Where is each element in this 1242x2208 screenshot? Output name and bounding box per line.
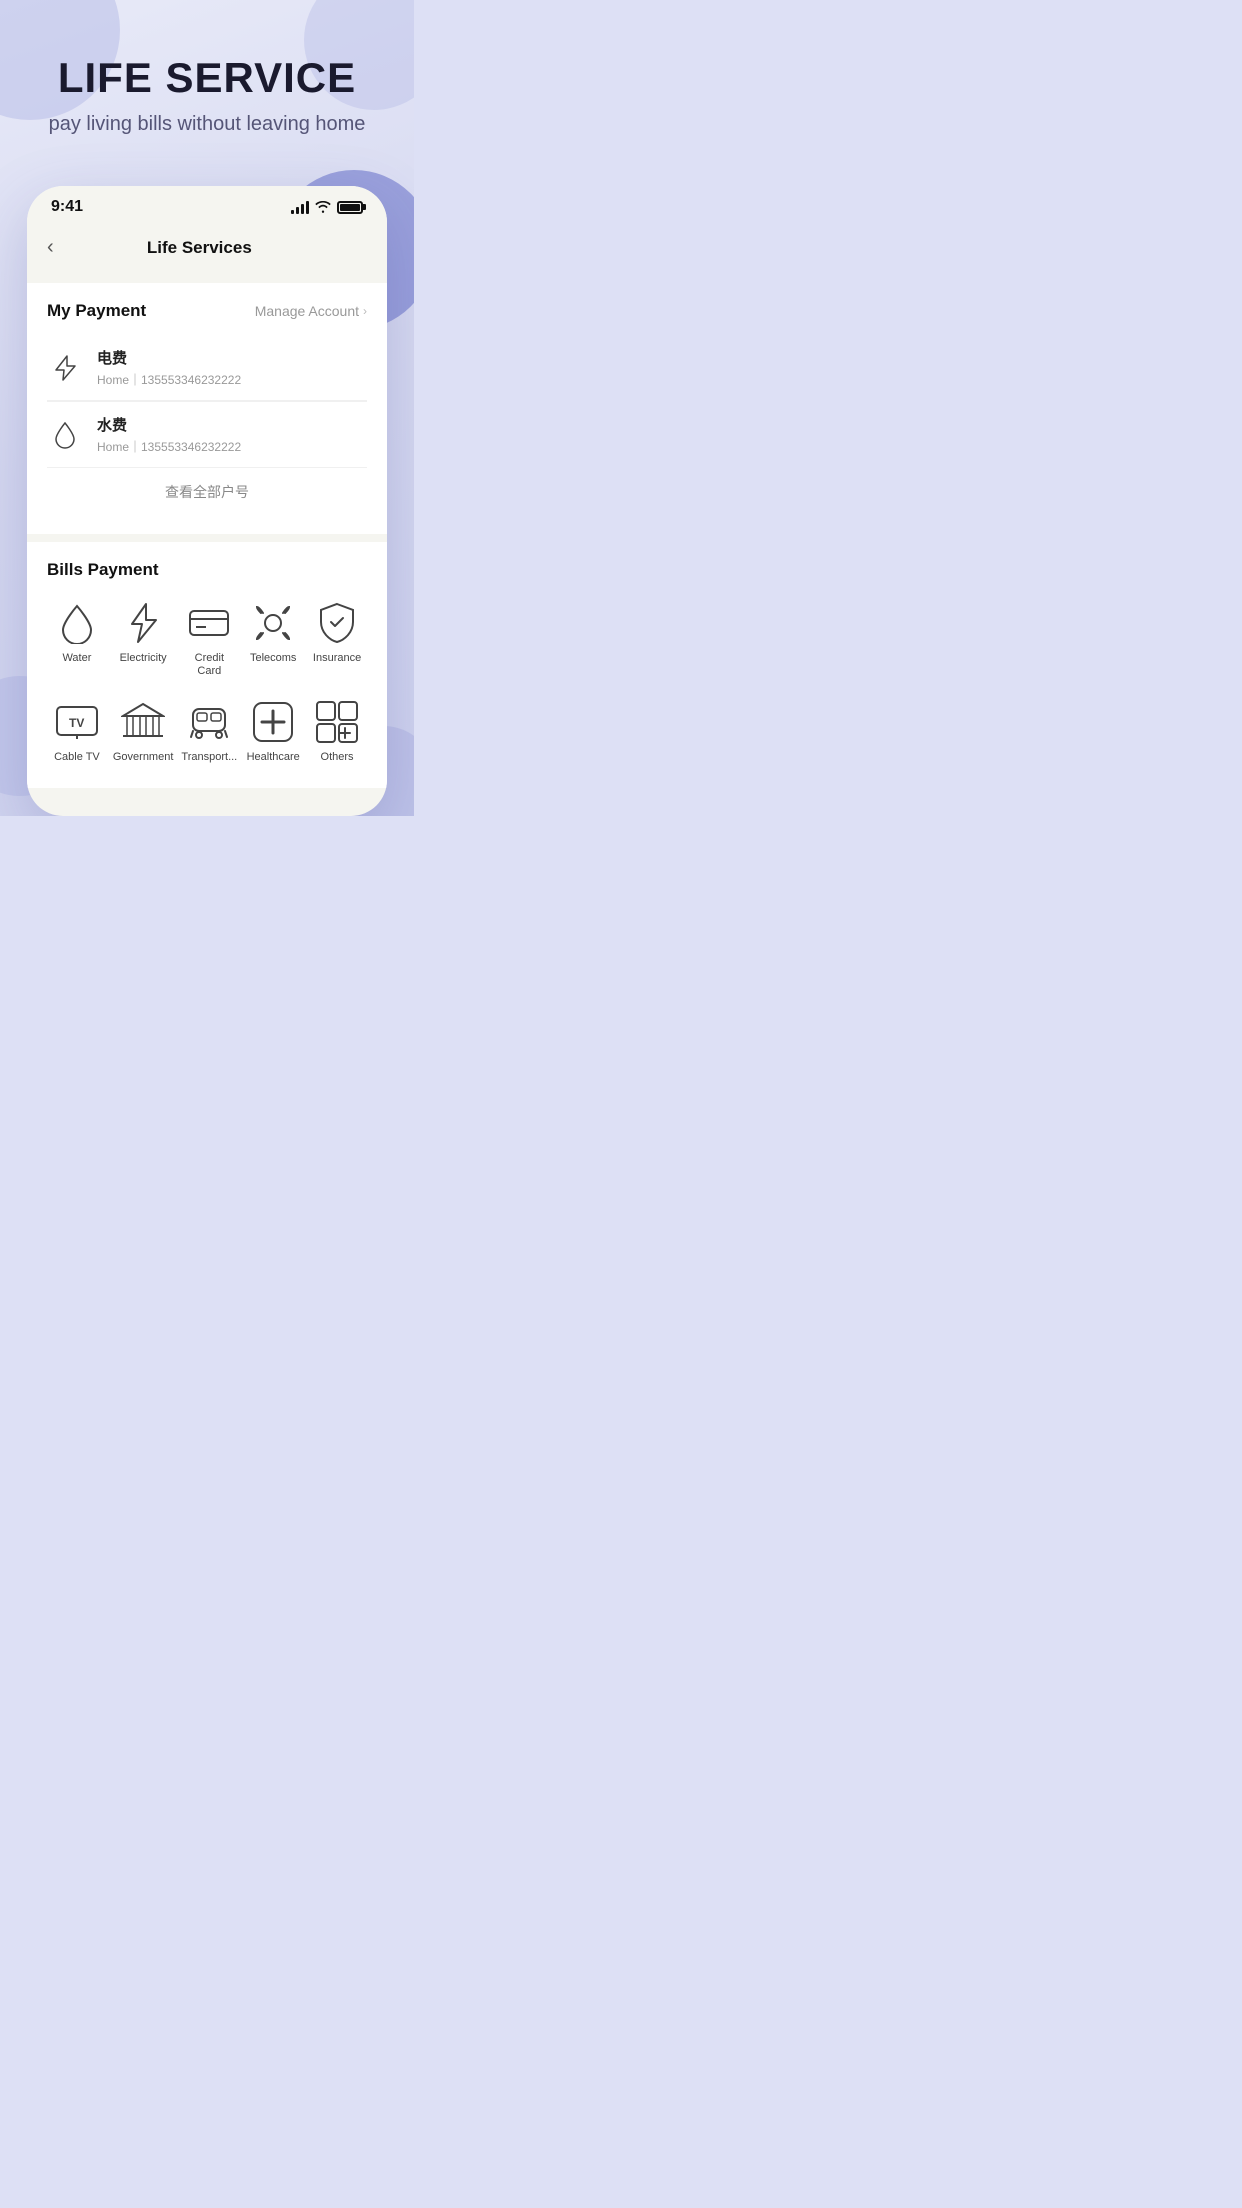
- hero-subtitle: pay living bills without leaving home: [20, 113, 394, 136]
- wifi-icon: [315, 201, 331, 213]
- bill-item-cabletv[interactable]: TV Cable TV: [47, 693, 107, 770]
- back-button[interactable]: ‹: [47, 232, 62, 263]
- payment-detail-electricity: Home｜135553346232222: [97, 371, 367, 388]
- payment-item-electricity[interactable]: 电费 Home｜135553346232222: [47, 335, 367, 401]
- svg-text:TV: TV: [69, 716, 84, 730]
- bill-item-transport[interactable]: Transport...: [179, 693, 239, 770]
- cabletv-label: Cable TV: [54, 751, 100, 764]
- bill-item-creditcard[interactable]: Credit Card: [179, 594, 239, 684]
- manage-account-label: Manage Account: [255, 303, 359, 319]
- hero-section: LIFE SERVICE pay living bills without le…: [0, 0, 414, 166]
- bill-item-insurance[interactable]: Insurance: [307, 594, 367, 684]
- payment-detail-water: Home｜135553346232222: [97, 438, 367, 455]
- bill-item-water[interactable]: Water: [47, 594, 107, 684]
- my-payment-header: My Payment Manage Account ›: [47, 301, 367, 321]
- payment-info-water: 水费 Home｜135553346232222: [97, 414, 367, 455]
- signal-bar-2: [296, 207, 299, 214]
- payment-name-electricity: 电费: [97, 347, 367, 368]
- insurance-bill-icon: [314, 600, 360, 646]
- bills-payment-section: Bills Payment Water: [27, 542, 387, 788]
- bill-item-electricity[interactable]: Electricity: [111, 594, 176, 684]
- telecoms-label: Telecoms: [250, 652, 296, 665]
- background-wrapper: LIFE SERVICE pay living bills without le…: [0, 0, 414, 816]
- healthcare-bill-icon: [250, 699, 296, 745]
- signal-bar-3: [301, 204, 304, 214]
- my-payment-title: My Payment: [47, 301, 146, 321]
- bill-item-government[interactable]: Government: [111, 693, 176, 770]
- creditcard-label: Credit Card: [181, 652, 237, 678]
- page-title: Life Services: [62, 238, 337, 258]
- battery-icon: [337, 201, 363, 214]
- manage-account-link[interactable]: Manage Account ›: [255, 303, 367, 319]
- status-time: 9:41: [51, 198, 83, 216]
- status-bar: 9:41: [27, 186, 387, 224]
- status-icons: [291, 200, 363, 214]
- transport-label: Transport...: [181, 751, 237, 764]
- creditcard-bill-icon: [186, 600, 232, 646]
- battery-fill: [340, 204, 360, 211]
- electricity-label: Electricity: [120, 652, 167, 665]
- payment-info-electricity: 电费 Home｜135553346232222: [97, 347, 367, 388]
- hero-title: LIFE SERVICE: [20, 55, 394, 101]
- telecoms-bill-icon: [250, 600, 296, 646]
- payment-name-water: 水费: [97, 414, 367, 435]
- view-all-link[interactable]: 查看全部户号: [47, 468, 367, 516]
- insurance-label: Insurance: [313, 652, 361, 665]
- government-bill-icon: [120, 699, 166, 745]
- payment-item-water[interactable]: 水费 Home｜135553346232222: [47, 402, 367, 468]
- bill-item-others[interactable]: Others: [307, 693, 367, 770]
- signal-icon: [291, 200, 309, 214]
- water-bill-icon: [54, 600, 100, 646]
- others-label: Others: [321, 751, 354, 764]
- my-payment-section: My Payment Manage Account › 电费 Home｜1355…: [27, 283, 387, 534]
- bill-item-telecoms[interactable]: Telecoms: [243, 594, 303, 684]
- healthcare-label: Healthcare: [247, 751, 300, 764]
- bills-payment-title: Bills Payment: [47, 560, 367, 580]
- electricity-bill-icon: [120, 600, 166, 646]
- bill-item-healthcare[interactable]: Healthcare: [243, 693, 303, 770]
- signal-bar-1: [291, 210, 294, 214]
- navigation-bar: ‹ Life Services: [27, 224, 387, 275]
- lightning-icon: [47, 350, 83, 386]
- water-label: Water: [62, 652, 91, 665]
- government-label: Government: [113, 751, 174, 764]
- cabletv-bill-icon: TV: [54, 699, 100, 745]
- signal-bar-4: [306, 201, 309, 214]
- bills-grid: Water Electricity: [47, 594, 367, 770]
- transport-bill-icon: [186, 699, 232, 745]
- water-icon: [47, 417, 83, 453]
- chevron-right-icon: ›: [363, 304, 367, 318]
- phone-mockup: 9:41: [27, 186, 387, 816]
- others-bill-icon: [314, 699, 360, 745]
